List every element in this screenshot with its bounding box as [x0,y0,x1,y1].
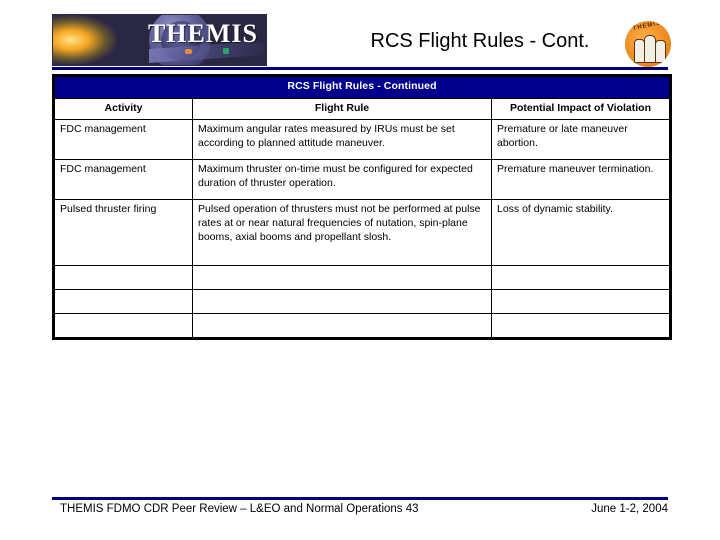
table-caption: RCS Flight Rules - Continued [52,75,672,99]
cell-flight-rule [192,289,492,315]
cell-activity [53,289,193,315]
cell-flight-rule: Maximum angular rates measured by IRUs m… [192,119,492,161]
cell-impact: Premature or late maneuver abortion. [490,119,672,161]
table-row: FDC management Maximum thruster on-time … [53,159,672,201]
footer-divider [52,497,668,500]
badge-figure-right-icon [655,40,666,63]
column-header-flight-rule: Flight Rule [192,97,492,121]
cell-impact [490,265,672,291]
cell-flight-rule [192,313,492,340]
table-row [53,313,672,340]
cell-activity: FDC management [53,159,193,201]
logo-wordmark: THEMIS [147,19,258,48]
cell-activity: Pulsed thruster firing [53,199,193,267]
mission-badge-icon: THEMIS [625,21,671,67]
cell-flight-rule [192,265,492,291]
cell-activity: FDC management [53,119,193,161]
table-row: Pulsed thruster firing Pulsed operation … [53,199,672,267]
footer-right-text: June 1-2, 2004 [591,503,668,515]
cell-flight-rule: Pulsed operation of thrusters must not b… [192,199,492,267]
table-title-row: RCS Flight Rules - Continued [52,75,672,99]
cell-impact: Loss of dynamic stability. [490,199,672,267]
cell-impact [490,289,672,315]
logo-accent-orange-icon [185,49,192,54]
footer-left-text: THEMIS FDMO CDR Peer Review – L&EO and N… [60,503,419,515]
column-header-impact: Potential Impact of Violation [490,97,672,121]
table-row [53,265,672,291]
table-row: FDC management Maximum angular rates mea… [53,119,672,161]
cell-impact: Premature maneuver termination. [490,159,672,201]
page-title: RCS Flight Rules - Cont. [370,30,590,52]
cell-impact [490,313,672,340]
header-divider [52,67,668,70]
cell-activity [53,265,193,291]
flight-rules-table: RCS Flight Rules - Continued Activity Fl… [52,74,673,341]
column-header-activity: Activity [53,97,193,121]
cell-activity [53,313,193,340]
themis-logo: THEMIS [52,14,267,66]
cell-flight-rule: Maximum thruster on-time must be configu… [192,159,492,201]
slide-header: THEMIS RCS Flight Rules - Cont. THEMIS [0,0,720,72]
table-row [53,289,672,315]
table-header-row: Activity Flight Rule Potential Impact of… [53,97,672,121]
